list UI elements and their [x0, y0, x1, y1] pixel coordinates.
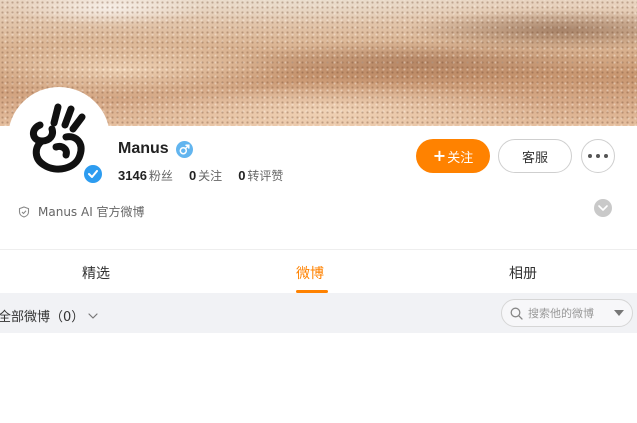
verified-icon	[82, 163, 104, 185]
stat-value: 3146	[118, 168, 147, 183]
filter-label: 全部微博（0）	[0, 310, 85, 325]
follow-label: 关注	[447, 150, 474, 166]
stat-label: 关注	[198, 169, 223, 183]
profile-stats: 3146 粉丝 0 关注 0 转评赞	[118, 167, 283, 184]
stat-value: 0	[188, 168, 197, 183]
caret-down-icon[interactable]	[614, 310, 624, 316]
filter-dropdown[interactable]: 全部微博（0）	[0, 306, 98, 325]
male-icon	[176, 141, 193, 158]
plus-icon: +	[432, 146, 447, 165]
search-input[interactable]	[528, 306, 608, 320]
chevron-down-icon	[88, 312, 98, 319]
follow-button[interactable]: + 关注	[416, 139, 490, 173]
profile-name: Manus	[118, 140, 169, 157]
stat-reposts[interactable]: 0 转评赞	[238, 167, 283, 184]
service-button[interactable]: 客服	[498, 139, 572, 173]
search-box[interactable]	[501, 299, 633, 327]
tab-weibo[interactable]: 微博	[296, 263, 324, 283]
search-icon	[510, 307, 523, 320]
divider	[0, 249, 637, 250]
profile-description: Manus AI 官方微博	[18, 203, 145, 220]
shield-icon	[18, 205, 30, 218]
tab-album[interactable]: 相册	[509, 263, 537, 283]
stat-followers[interactable]: 3146 粉丝	[118, 167, 173, 184]
chevron-down-icon[interactable]	[594, 199, 612, 217]
stat-following[interactable]: 0 关注	[189, 167, 222, 184]
stat-value: 0	[238, 168, 246, 183]
tab-featured[interactable]: 精选	[82, 263, 110, 283]
description-text: Manus AI 官方微博	[38, 205, 145, 219]
stat-label: 转评赞	[247, 169, 284, 183]
stat-label: 粉丝	[148, 169, 173, 183]
more-icon[interactable]	[581, 139, 615, 173]
